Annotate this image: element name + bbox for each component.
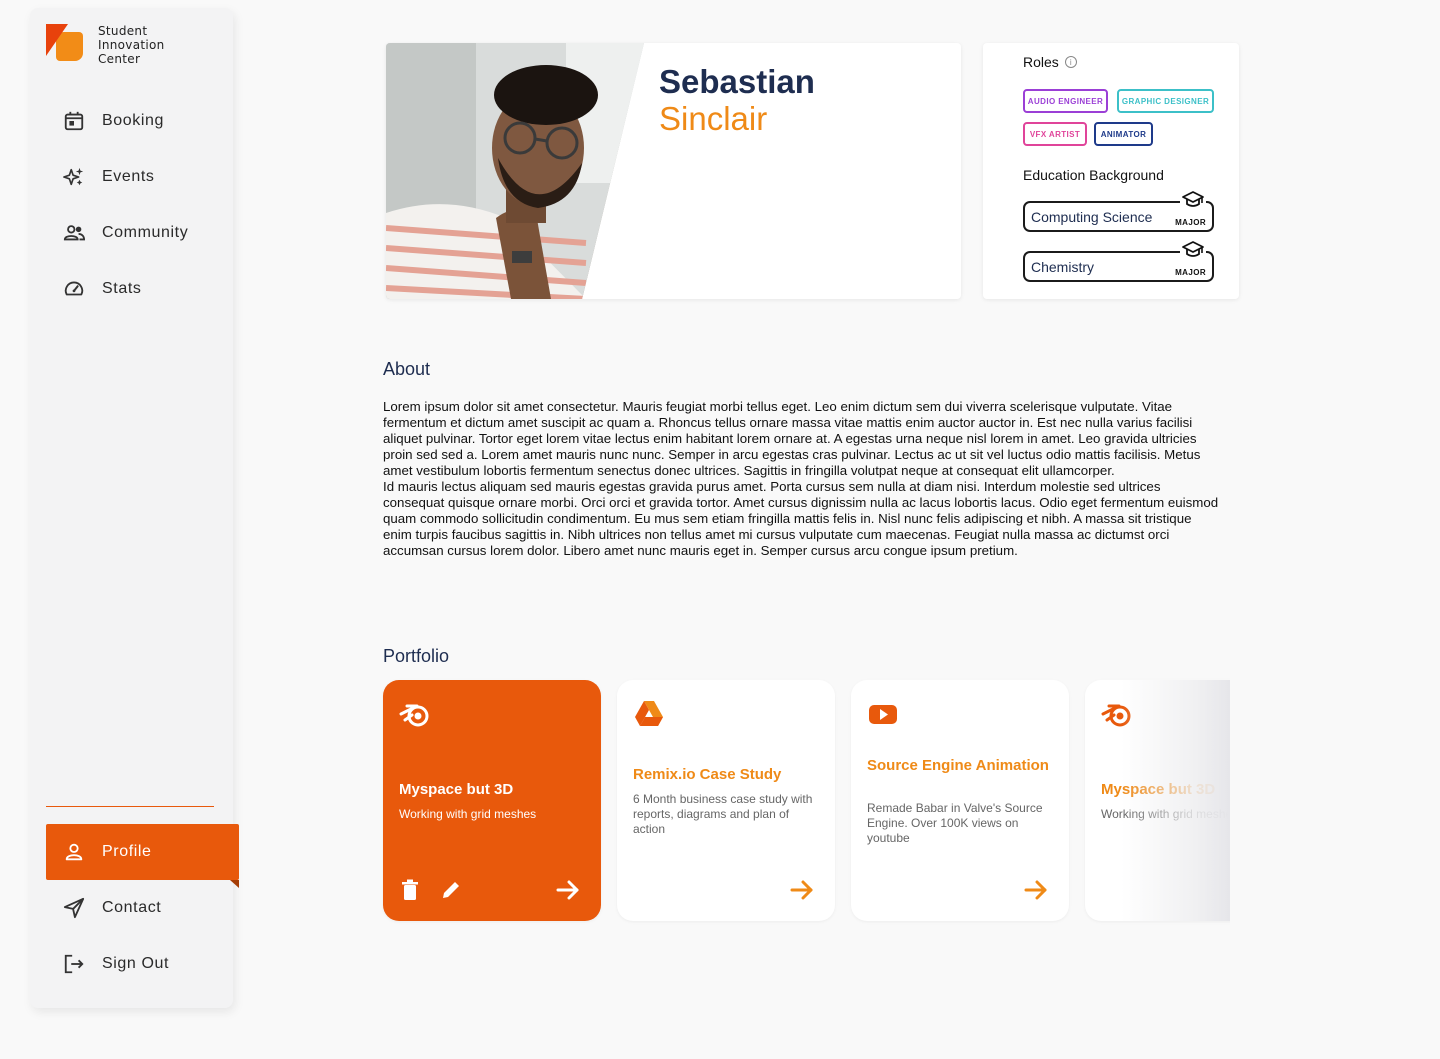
major-tag: MAJOR <box>1175 218 1206 227</box>
education-item-chemistry: Chemistry MAJOR <box>1023 239 1214 282</box>
speedometer-icon <box>62 277 86 301</box>
role-chip-graphic-designer: GRAPHIC DESIGNER <box>1117 89 1214 113</box>
nav-label: Contact <box>102 899 162 916</box>
sparkle-icon <box>62 165 86 189</box>
portfolio-card-description: Working with grid meshes <box>399 807 537 821</box>
people-icon <box>62 221 86 245</box>
portfolio-card-title: Source Engine Animation <box>867 757 1049 774</box>
education-item-computing-science: Computing Science MAJOR <box>1023 189 1214 232</box>
arrow-right-icon[interactable] <box>1023 877 1049 903</box>
portfolio-card-title: Myspace but 3D <box>399 781 514 798</box>
nav-label: Booking <box>102 112 165 129</box>
calendar-icon <box>62 109 86 133</box>
portfolio-card-title: Remix.io Case Study <box>633 766 782 783</box>
arrow-right-icon[interactable] <box>789 877 815 903</box>
info-icon[interactable]: i <box>1064 56 1077 68</box>
nav-item-sign-out[interactable]: Sign Out <box>46 936 239 992</box>
nav-label: Profile <box>102 843 152 860</box>
portfolio-card[interactable]: Source Engine Animation Remade Babar in … <box>851 680 1069 921</box>
nav-item-community[interactable]: Community <box>46 205 239 261</box>
portfolio-card-description: 6 Month business case study with reports… <box>633 792 813 836</box>
graduation-cap-icon <box>1180 189 1206 211</box>
education-field: Computing Science <box>1031 208 1153 225</box>
education-heading: Education Background <box>1023 167 1164 183</box>
profile-first-name: Sebastian <box>659 63 815 100</box>
logo-mark-icon <box>46 24 84 62</box>
nav-label: Events <box>102 168 155 185</box>
arrow-right-icon[interactable] <box>555 877 581 903</box>
role-chip-vfx-artist: VFX ARTIST <box>1023 122 1087 146</box>
blender-icon <box>1101 698 1133 730</box>
about-paragraph-2: Id mauris lectus aliquam sed mauris eges… <box>383 479 1219 558</box>
nav-label: Community <box>102 224 189 241</box>
role-chip-audio-engineer: AUDIO ENGINEER <box>1023 89 1108 113</box>
carousel-clip <box>1230 670 1440 930</box>
send-icon <box>62 896 86 920</box>
nav-item-events[interactable]: Events <box>46 149 239 205</box>
role-chip-animator: ANIMATOR <box>1094 122 1153 146</box>
nav-item-contact[interactable]: Contact <box>46 880 239 936</box>
pencil-icon[interactable] <box>440 879 462 901</box>
person-icon <box>62 840 86 864</box>
graduation-cap-icon <box>1180 239 1206 261</box>
nav-item-stats[interactable]: Stats <box>46 261 239 317</box>
roles-heading: Roles i <box>1023 54 1077 70</box>
portfolio-card-description: Remade Babar in Valve's Source Engine. O… <box>867 801 1043 845</box>
portfolio-card[interactable]: Remix.io Case Study 6 Month business cas… <box>617 680 835 921</box>
nav-label: Stats <box>102 280 142 297</box>
about-heading: About <box>383 359 431 379</box>
nav-item-profile[interactable]: Profile <box>46 824 239 880</box>
logout-icon <box>62 952 86 976</box>
major-tag: MAJOR <box>1175 268 1206 277</box>
blender-icon <box>399 698 431 730</box>
about-paragraph-1: Lorem ipsum dolor sit amet consectetur. … <box>383 399 1201 478</box>
profile-header-card: Sebastian Sinclair <box>386 43 961 299</box>
roles-card: Roles i AUDIO ENGINEER GRAPHIC DESIGNER … <box>983 43 1239 299</box>
logo[interactable]: Student Innovation Center <box>46 24 165 66</box>
nav-label: Sign Out <box>102 955 170 972</box>
profile-last-name: Sinclair <box>659 100 768 137</box>
portfolio-heading: Portfolio <box>383 646 450 666</box>
trash-icon[interactable] <box>401 879 419 901</box>
sidebar-divider <box>46 806 214 807</box>
education-field: Chemistry <box>1031 258 1095 275</box>
google-drive-icon <box>633 698 665 730</box>
youtube-icon <box>867 698 899 730</box>
profile-photo <box>386 43 644 299</box>
about-text: Lorem ipsum dolor sit amet consectetur. … <box>383 399 1223 559</box>
portfolio-card[interactable]: Myspace but 3D Working with grid meshes <box>383 680 601 921</box>
logo-text: Student Innovation Center <box>98 24 165 66</box>
nav-item-booking[interactable]: Booking <box>46 93 239 149</box>
